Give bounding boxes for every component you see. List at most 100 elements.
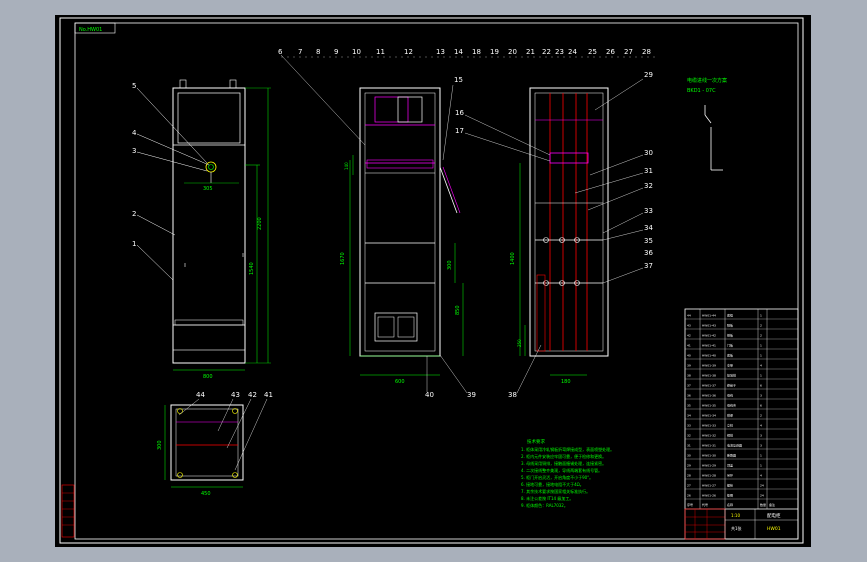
table-cell: 1 — [760, 344, 762, 348]
note-line-2: 2. 柜内元件安装应牢固可靠，便于检修和更换。 — [521, 453, 606, 459]
dim-front-inner: 1540 — [249, 262, 255, 275]
table-cell: HW01-35 — [702, 404, 716, 408]
label-34: 34 — [644, 224, 653, 232]
table-cell: 隔板 — [727, 323, 733, 328]
label-26: 26 — [606, 48, 615, 56]
dim-front-handle: 305 — [203, 186, 213, 192]
dim-front-height: 2200 — [257, 217, 263, 230]
table-cell: 螺栓 — [727, 483, 733, 488]
table-cell: 铜排 — [727, 433, 733, 438]
table-cell: 29 — [687, 464, 691, 468]
table-cell: 26 — [687, 494, 691, 498]
label-44: 44 — [196, 391, 205, 399]
note-line-8: 8. 未注公差按 IT14 级加工。 — [521, 495, 573, 501]
label-38: 38 — [508, 391, 517, 399]
table-cell: HW01-27 — [702, 484, 716, 488]
dim-side-top: 140 — [344, 162, 349, 170]
table-cell: HW01-36 — [702, 394, 716, 398]
parts-table: 44 HW01-44 底框 143 HW01-43 隔板 242 HW01-42 侧板 241 HW… — [684, 308, 799, 540]
inner-frame — [74, 22, 799, 540]
note-line-9: 9. 柜体颜色：RAL7032。 — [521, 502, 568, 508]
side-right-labels: 15 16 17 29 30 31 32 33 34 35 36 37 — [442, 71, 653, 284]
table-cell: 1 — [760, 454, 762, 458]
dim-side-height: 1670 — [340, 252, 346, 265]
label-1: 1 — [132, 240, 136, 248]
title-sheet: 共1张 — [731, 525, 742, 531]
table-cell: 立柱 — [727, 423, 733, 428]
table-cell: 侧板 — [727, 333, 733, 338]
title-block: 1:10 配电柜 共1张 HW01 — [684, 508, 798, 540]
col-header-code: 代号 — [702, 502, 708, 507]
cad-drawing: No.HW01 305 800 2200 1540 5 4 3 2 1 600 … — [59, 17, 804, 544]
table-cell: 1 — [760, 374, 762, 378]
title-name: 配电柜 — [767, 512, 781, 519]
table-cell: 30 — [687, 454, 691, 458]
label-15: 15 — [454, 76, 463, 84]
label-14: 14 — [454, 48, 463, 56]
notes-title: 技术要求 — [527, 438, 545, 445]
label-3: 3 — [132, 147, 136, 155]
table-cell: HW01-31 — [702, 444, 716, 448]
table-cell: 24 — [760, 494, 764, 498]
label-33: 33 — [644, 207, 653, 215]
note-line-3: 3. 母线采用铜排，接触面搪锡处理，连接紧密。 — [521, 460, 606, 466]
label-6: 6 — [278, 48, 283, 56]
table-cell: 27 — [687, 484, 691, 488]
table-cell: HW01-33 — [702, 424, 716, 428]
technical-notes: 技术要求 1. 柜体采用冷轧钢板折弯焊接成型，表面喷塑处理。 2. 柜内元件安装… — [521, 438, 614, 508]
table-cell: 32 — [687, 434, 691, 438]
table-cell: 绝缘子 — [727, 383, 736, 388]
table-cell: HW01-30 — [702, 454, 716, 458]
table-cell: 37 — [687, 384, 691, 388]
table-cell: HW01-38 — [702, 374, 716, 378]
table-cell: 母线 — [727, 393, 733, 398]
table-cell: 横梁 — [727, 413, 733, 418]
table-cell: 3 — [760, 444, 762, 448]
label-32: 32 — [644, 182, 653, 190]
note-line-1: 1. 柜体采用冷轧钢板折弯焊接成型，表面喷塑处理。 — [521, 446, 614, 452]
label-17: 17 — [455, 127, 464, 135]
table-cell: 34 — [687, 414, 691, 418]
table-cell: HW01-39 — [702, 364, 716, 368]
label-36: 36 — [644, 249, 653, 257]
label-4: 4 — [132, 129, 137, 137]
col-header-note: 备注 — [769, 502, 775, 507]
label-20: 20 — [508, 48, 517, 56]
table-cell: HW01-32 — [702, 434, 716, 438]
label-11: 11 — [376, 48, 385, 56]
table-cell: 33 — [687, 424, 691, 428]
label-18: 18 — [472, 48, 481, 56]
table-cell: HW01-44 — [702, 314, 716, 318]
table-cell: HW01-28 — [702, 474, 716, 478]
label-25: 25 — [588, 48, 597, 56]
table-cell: 36 — [687, 394, 691, 398]
label-30: 30 — [644, 149, 653, 157]
label-12: 12 — [404, 48, 413, 56]
schematic: 电缆进线一次方案 BKD1 - 07C — [687, 77, 727, 171]
drawing-sheet: No.HW01 305 800 2200 1540 5 4 3 2 1 600 … — [55, 15, 811, 547]
table-cell: HW01-34 — [702, 414, 716, 418]
dim-plan-width: 450 — [201, 491, 211, 497]
rear-view: 1400 250 180 — [510, 87, 609, 385]
col-header-name: 名称 — [727, 502, 733, 507]
table-cell: 电流互感器 — [727, 443, 742, 448]
table-cell: 4 — [760, 364, 762, 368]
table-cell: 断路器 — [727, 453, 736, 458]
label-39: 39 — [467, 391, 476, 399]
table-cell: 1 — [760, 464, 762, 468]
title-scale: 1:10 — [731, 513, 740, 518]
table-cell: HW01-29 — [702, 464, 716, 468]
table-cell: 垫圈 — [727, 493, 733, 498]
note-line-6: 6. 接地可靠，接地电阻不大于4Ω。 — [521, 481, 584, 487]
table-cell: 2 — [760, 334, 762, 338]
col-header-qty: 数量 — [760, 502, 766, 507]
table-cell: HW01-43 — [702, 324, 716, 328]
title-drawing-no: HW01 — [767, 526, 781, 532]
dim-rear-width: 180 — [561, 379, 571, 385]
dim-side-width: 600 — [395, 379, 405, 385]
dim-side-small: 300 — [447, 260, 453, 270]
label-8: 8 — [316, 48, 320, 56]
plan-view: 450 300 44 43 42 41 — [157, 391, 273, 497]
label-35: 35 — [644, 237, 653, 245]
drawing-viewport: No.HW01 305 800 2200 1540 5 4 3 2 1 600 … — [0, 0, 867, 562]
